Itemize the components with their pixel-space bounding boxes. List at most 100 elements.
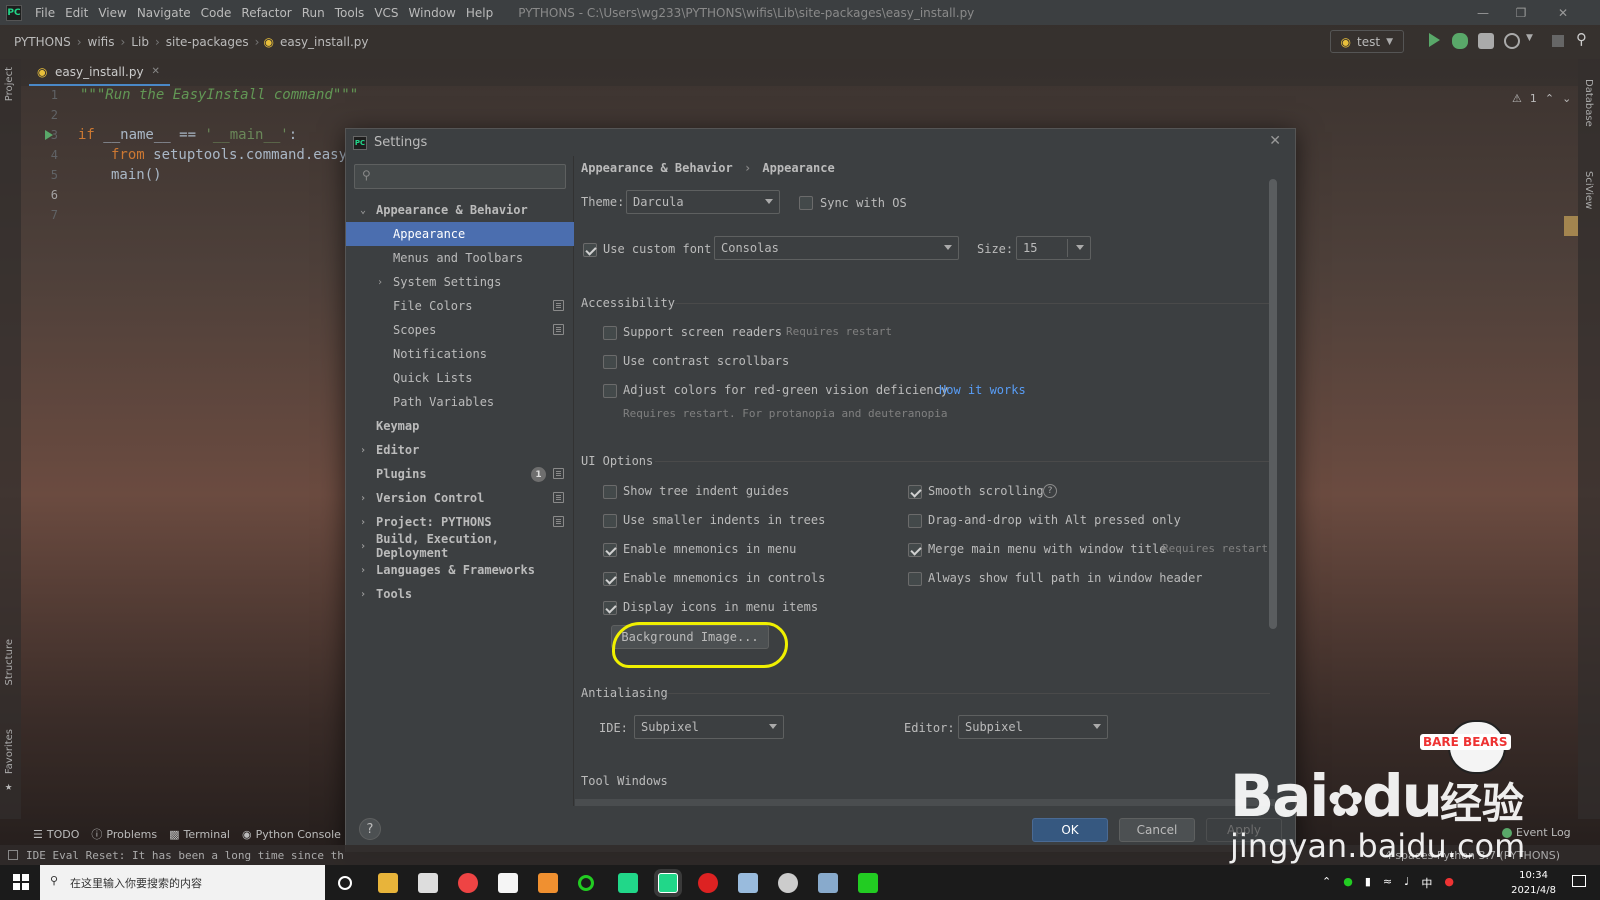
- tree-item-quick-lists[interactable]: Quick Lists: [346, 366, 574, 390]
- menu-window[interactable]: Window: [404, 6, 461, 20]
- chevron-up-icon[interactable]: ⌃: [1322, 875, 1331, 891]
- menu-run[interactable]: Run: [297, 6, 330, 20]
- status-message[interactable]: IDE Eval Reset: It has been a long time …: [26, 849, 344, 862]
- tree-item-version-control[interactable]: › Version Control: [346, 486, 574, 510]
- antivirus-icon[interactable]: ●: [1444, 875, 1454, 891]
- contrast-scrollbars-checkbox[interactable]: [603, 355, 617, 369]
- cancel-button[interactable]: Cancel: [1119, 818, 1195, 842]
- wechat-video-icon[interactable]: [858, 873, 878, 893]
- breadcrumb-file[interactable]: easy_install.py: [274, 35, 375, 49]
- pycharm-taskbar-icon[interactable]: [658, 873, 678, 893]
- menu-file[interactable]: File: [30, 6, 60, 20]
- breadcrumb-lib[interactable]: Lib: [125, 35, 155, 49]
- volume-icon[interactable]: ♩: [1404, 875, 1409, 891]
- editor-antialiasing-dropdown[interactable]: Subpixel: [958, 715, 1108, 739]
- notification-center-icon[interactable]: [1572, 875, 1586, 887]
- debug-icon[interactable]: [1452, 33, 1468, 49]
- system-tray[interactable]: ⌃ ● ▮ ≈ ♩ 中 ●: [1322, 875, 1454, 891]
- menu-code[interactable]: Code: [196, 6, 237, 20]
- help-button[interactable]: ?: [359, 818, 381, 840]
- cortana-icon[interactable]: [338, 876, 352, 890]
- problems-tool-button[interactable]: ⓘ Problems: [91, 826, 157, 842]
- menu-help[interactable]: Help: [461, 6, 498, 20]
- custom-font-dropdown[interactable]: Consolas: [714, 236, 959, 260]
- taskbar-clock[interactable]: 10:34 2021/4/8: [1511, 868, 1556, 898]
- minimize-icon[interactable]: —: [1466, 0, 1500, 25]
- terminal-tool-button[interactable]: ▩ Terminal: [169, 828, 230, 841]
- editor-tab[interactable]: ◉ easy_install.py ✕: [29, 59, 170, 86]
- merge-menu-checkbox[interactable]: [908, 543, 922, 557]
- theme-dropdown[interactable]: Darcula: [626, 190, 780, 214]
- tree-item-tools[interactable]: › Tools: [346, 582, 574, 606]
- ok-button[interactable]: OK: [1032, 818, 1108, 842]
- wechat-icon[interactable]: ●: [1343, 875, 1353, 891]
- windows-start-icon[interactable]: [13, 874, 29, 890]
- tree-item-appearance-behavior[interactable]: ⌄ Appearance & Behavior: [346, 198, 574, 222]
- tree-item-path-variables[interactable]: Path Variables: [346, 390, 574, 414]
- chevron-down-icon[interactable]: ⌄: [1562, 92, 1571, 105]
- smooth-scrolling-checkbox[interactable]: [908, 485, 922, 499]
- inspection-widget[interactable]: ⚠ 1 ⌃ ⌄: [1512, 92, 1571, 105]
- profile-icon[interactable]: [1504, 33, 1520, 49]
- sublime-icon[interactable]: [538, 873, 558, 893]
- menu-tools[interactable]: Tools: [330, 6, 370, 20]
- sync-os-checkbox[interactable]: [799, 196, 813, 210]
- full-path-checkbox[interactable]: [908, 572, 922, 586]
- custom-font-checkbox[interactable]: [583, 243, 597, 257]
- typora-icon[interactable]: [498, 873, 518, 893]
- breadcrumb-wifis[interactable]: wifis: [82, 35, 121, 49]
- favorites-tool-button[interactable]: Favorites: [4, 729, 15, 774]
- mnemonics-menu-checkbox[interactable]: [603, 543, 617, 557]
- menu-navigate[interactable]: Navigate: [132, 6, 196, 20]
- taskbar-search-input[interactable]: ⚲ 在这里输入你要搜索的内容: [40, 865, 325, 900]
- screen-readers-checkbox[interactable]: [603, 326, 617, 340]
- notepad-icon[interactable]: [738, 873, 758, 893]
- search-everywhere-icon[interactable]: ⚲: [1576, 30, 1592, 48]
- tree-indent-checkbox[interactable]: [603, 485, 617, 499]
- todo-tool-button[interactable]: ☰ TODO: [33, 828, 79, 841]
- tab-close-icon[interactable]: ✕: [152, 66, 160, 77]
- tree-item-scopes[interactable]: Scopes: [346, 318, 574, 342]
- run-configuration-dropdown[interactable]: ◉ test ▼: [1329, 30, 1404, 53]
- jetbrains-toolbox-icon[interactable]: [618, 873, 638, 893]
- mail-icon[interactable]: [418, 873, 438, 893]
- mnemonics-controls-checkbox[interactable]: [603, 572, 617, 586]
- dnd-alt-checkbox[interactable]: [908, 514, 922, 528]
- red-green-checkbox[interactable]: [603, 384, 617, 398]
- database-tool-button[interactable]: Database: [1583, 79, 1594, 127]
- tree-item-file-colors[interactable]: File Colors: [346, 294, 574, 318]
- font-size-combobox[interactable]: 15: [1016, 236, 1091, 260]
- tree-item-menus-toolbars[interactable]: Menus and Toolbars: [346, 246, 574, 270]
- tree-item-languages[interactable]: › Languages & Frameworks: [346, 558, 574, 582]
- close-icon[interactable]: ✕: [1269, 133, 1281, 149]
- sciview-tool-button[interactable]: SciView: [1583, 171, 1594, 209]
- python-console-tool-button[interactable]: ◉ Python Console: [242, 828, 341, 841]
- settings-scrollbar[interactable]: [1269, 179, 1277, 629]
- tree-item-build[interactable]: › Build, Execution, Deployment: [346, 532, 574, 560]
- how-it-works-link[interactable]: How it works: [939, 383, 1026, 397]
- file-explorer-icon[interactable]: [378, 873, 398, 893]
- network-app-icon[interactable]: [818, 873, 838, 893]
- menu-view[interactable]: View: [93, 6, 131, 20]
- structure-tool-button[interactable]: Structure: [4, 639, 15, 686]
- battery-icon[interactable]: ▮: [1365, 875, 1371, 891]
- display-icons-checkbox[interactable]: [603, 601, 617, 615]
- menu-refactor[interactable]: Refactor: [236, 6, 296, 20]
- settings-horizontal-scrollbar[interactable]: [575, 799, 1275, 806]
- bot-icon[interactable]: [778, 873, 798, 893]
- smaller-indents-checkbox[interactable]: [603, 514, 617, 528]
- breadcrumb-project[interactable]: PYTHONS: [8, 35, 77, 49]
- project-tool-button[interactable]: Project: [4, 67, 15, 101]
- more-run-chevron-icon[interactable]: ▼: [1526, 33, 1542, 49]
- tree-item-appearance[interactable]: Appearance: [346, 222, 574, 246]
- tree-item-system-settings[interactable]: › System Settings: [346, 270, 574, 294]
- help-icon[interactable]: ?: [1043, 484, 1057, 498]
- menu-edit[interactable]: Edit: [60, 6, 93, 20]
- coverage-icon[interactable]: [1478, 33, 1494, 49]
- chevron-up-icon[interactable]: ⌃: [1545, 92, 1554, 105]
- tree-item-project[interactable]: › Project: PYTHONS: [346, 510, 574, 534]
- settings-search-input[interactable]: ⚲: [354, 164, 566, 189]
- input-method-icon[interactable]: 中: [1421, 875, 1432, 891]
- stop-icon[interactable]: [1552, 35, 1564, 47]
- breadcrumb-site-packages[interactable]: site-packages: [160, 35, 255, 49]
